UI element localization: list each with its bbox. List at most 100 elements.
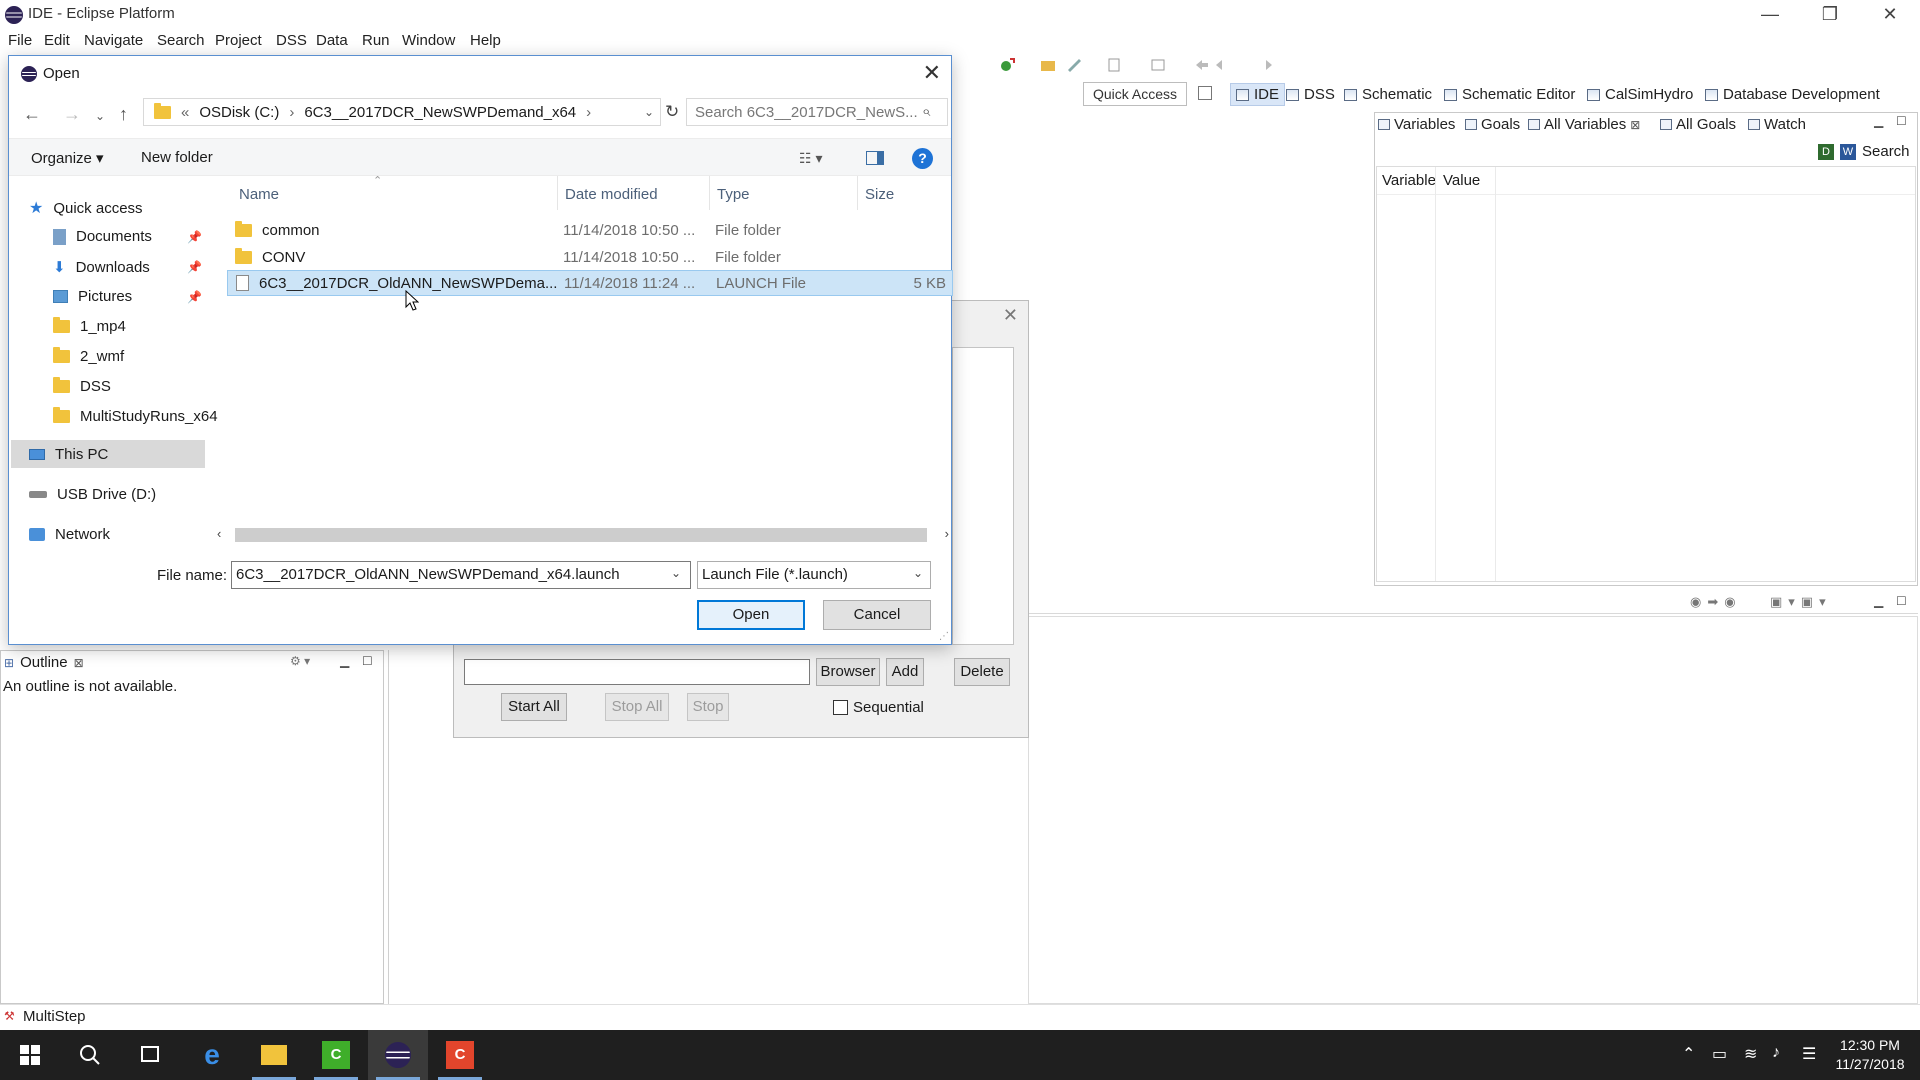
column-type[interactable]: Type bbox=[717, 186, 750, 203]
open-perspective-icon[interactable] bbox=[1198, 86, 1212, 100]
nav-folder-dss[interactable]: DSS bbox=[53, 377, 111, 395]
minimize-view-icon[interactable]: ▁ bbox=[1874, 594, 1883, 608]
show-hidden-icons-icon[interactable]: ⌃ bbox=[1682, 1044, 1695, 1064]
add-button[interactable]: Add bbox=[886, 658, 924, 686]
column-name[interactable]: Name bbox=[239, 186, 279, 203]
minimize-view-icon[interactable]: ▁ bbox=[340, 654, 349, 668]
dialog-close-button[interactable]: ✕ bbox=[923, 60, 941, 86]
maximize-view-icon[interactable]: ☐ bbox=[362, 654, 373, 668]
perspective-dss[interactable]: DSS bbox=[1286, 86, 1335, 103]
address-dropdown-icon[interactable]: ⌄ bbox=[644, 105, 654, 119]
notification-icon[interactable]: ☰ bbox=[1802, 1044, 1816, 1064]
menu-data[interactable]: Data bbox=[316, 32, 348, 49]
scroll-right-icon[interactable]: › bbox=[945, 526, 949, 541]
back-icon[interactable] bbox=[1214, 58, 1230, 72]
tab-watch[interactable]: Watch bbox=[1748, 116, 1806, 133]
nav-documents[interactable]: Documents bbox=[53, 228, 152, 245]
forward-arrow-icon[interactable]: → bbox=[63, 104, 81, 125]
search-input[interactable]: Search 6C3__2017DCR_NewS... bbox=[686, 98, 948, 126]
breadcrumb-separator[interactable]: › bbox=[289, 104, 294, 121]
address-overflow[interactable]: « bbox=[181, 104, 189, 121]
pin-icon[interactable]: 📌 bbox=[187, 230, 202, 244]
minimize-button[interactable]: — bbox=[1740, 0, 1800, 30]
menu-dss[interactable]: DSS bbox=[276, 32, 307, 49]
tab-outline[interactable]: ⊞ Outline ⊠ bbox=[4, 654, 84, 671]
minimize-view-icon[interactable]: ▁ bbox=[1874, 114, 1883, 128]
up-arrow-icon[interactable]: ↑ bbox=[119, 104, 128, 125]
menu-file[interactable]: File bbox=[8, 32, 32, 49]
launch-path-field[interactable] bbox=[464, 659, 810, 685]
file-row[interactable]: common 11/14/2018 10:50 ... File folder bbox=[227, 217, 953, 243]
task-view-button[interactable] bbox=[120, 1030, 180, 1080]
search-icon[interactable]: ⌕ bbox=[922, 103, 930, 120]
stop-button[interactable]: Stop bbox=[687, 693, 729, 721]
close-tab-icon[interactable]: ⊠ bbox=[1630, 118, 1640, 132]
red-app-button[interactable]: C bbox=[430, 1030, 490, 1080]
nav-folder-1-mp4[interactable]: 1_mp4 bbox=[53, 317, 126, 335]
menu-help[interactable]: Help bbox=[470, 32, 501, 49]
nav-network[interactable]: Network bbox=[29, 526, 110, 543]
menu-run[interactable]: Run bbox=[362, 32, 390, 49]
delete-button[interactable]: Delete bbox=[954, 658, 1010, 686]
multistep-close-button[interactable]: ✕ bbox=[1003, 305, 1018, 326]
column-variable[interactable]: Variable bbox=[1382, 172, 1436, 189]
preview-pane-icon[interactable] bbox=[866, 151, 884, 165]
eclipse-taskbar-button[interactable] bbox=[368, 1030, 428, 1080]
scroll-left-icon[interactable]: ‹ bbox=[217, 526, 221, 541]
menu-window[interactable]: Window bbox=[402, 32, 455, 49]
perspective-schematic-editor[interactable]: Schematic Editor bbox=[1444, 86, 1575, 103]
refresh-icon[interactable]: ↻ bbox=[665, 102, 679, 122]
file-type-select[interactable]: Launch File (*.launch) bbox=[697, 561, 931, 589]
tool-icon[interactable] bbox=[1066, 58, 1082, 72]
wifi-icon[interactable]: ≋ bbox=[1744, 1044, 1757, 1064]
volume-icon[interactable]: ♪ bbox=[1772, 1044, 1780, 1062]
outline-menu-icon[interactable]: ⚙ ▾ bbox=[290, 654, 310, 668]
pin-icon[interactable]: 📌 bbox=[187, 290, 202, 304]
sequential-checkbox[interactable] bbox=[833, 700, 848, 715]
browser-button[interactable]: Browser bbox=[816, 658, 880, 686]
maximize-view-icon[interactable]: ☐ bbox=[1896, 114, 1907, 128]
file-explorer-button[interactable] bbox=[244, 1030, 304, 1080]
file-name-dropdown-icon[interactable]: ⌄ bbox=[671, 566, 681, 580]
back-arrow-icon[interactable]: ← bbox=[23, 104, 41, 125]
breadcrumb-osdisk[interactable]: OSDisk (C:) bbox=[199, 104, 279, 121]
console-actions-icon[interactable]: ◉➡◉ bbox=[1690, 594, 1742, 610]
menu-edit[interactable]: Edit bbox=[44, 32, 70, 49]
new-folder-button[interactable]: New folder bbox=[141, 149, 213, 166]
recent-locations-icon[interactable]: ⌄ bbox=[95, 109, 105, 123]
resize-grip-icon[interactable]: ⋰ bbox=[939, 631, 949, 642]
tab-all-goals[interactable]: All Goals bbox=[1660, 116, 1736, 133]
nav-quick-access[interactable]: ★ Quick access bbox=[29, 198, 143, 218]
organize-button[interactable]: Organize ▾ bbox=[31, 149, 104, 167]
multistep-list[interactable] bbox=[952, 347, 1014, 645]
search-taskbar-button[interactable] bbox=[60, 1030, 120, 1080]
cancel-button[interactable]: Cancel bbox=[823, 600, 931, 630]
annotation-icon[interactable] bbox=[1150, 58, 1166, 72]
pin-icon[interactable]: 📌 bbox=[187, 260, 202, 274]
file-name-input[interactable]: 6C3__2017DCR_OldANN_NewSWPDemand_x64.lau… bbox=[231, 561, 691, 589]
restore-button[interactable]: ❐ bbox=[1800, 0, 1860, 30]
nav-pictures[interactable]: Pictures bbox=[53, 288, 132, 305]
page-icon[interactable] bbox=[1106, 58, 1122, 72]
breadcrumb-project-folder[interactable]: 6C3__2017DCR_NewSWPDemand_x64 bbox=[304, 104, 576, 121]
address-bar[interactable]: « OSDisk (C:) › 6C3__2017DCR_NewSWPDeman… bbox=[143, 98, 661, 126]
d-icon[interactable]: D bbox=[1818, 144, 1834, 160]
battery-icon[interactable]: ▭ bbox=[1712, 1044, 1727, 1064]
w-icon[interactable]: W bbox=[1840, 144, 1856, 160]
stop-all-button[interactable]: Stop All bbox=[605, 693, 669, 721]
perspective-schematic[interactable]: Schematic bbox=[1344, 86, 1432, 103]
forward-icon[interactable] bbox=[1258, 58, 1274, 72]
menu-search[interactable]: Search bbox=[157, 32, 205, 49]
perspective-ide[interactable]: IDE bbox=[1230, 83, 1286, 106]
menu-project[interactable]: Project bbox=[215, 32, 262, 49]
nav-downloads[interactable]: ⬇ Downloads bbox=[53, 258, 150, 277]
view-options-icon[interactable]: ☷ ▾ bbox=[799, 150, 822, 167]
open-folder-icon[interactable] bbox=[1040, 58, 1056, 72]
green-app-button[interactable]: C bbox=[306, 1030, 366, 1080]
file-type-dropdown-icon[interactable]: ⌄ bbox=[913, 566, 923, 580]
horizontal-scrollbar[interactable]: ‹ › bbox=[213, 526, 953, 544]
start-button[interactable] bbox=[0, 1030, 60, 1080]
console-view-icon[interactable]: ▣▾▣▾ bbox=[1770, 594, 1832, 610]
edge-button[interactable]: e bbox=[182, 1030, 242, 1080]
scrollbar-thumb[interactable] bbox=[235, 528, 927, 542]
